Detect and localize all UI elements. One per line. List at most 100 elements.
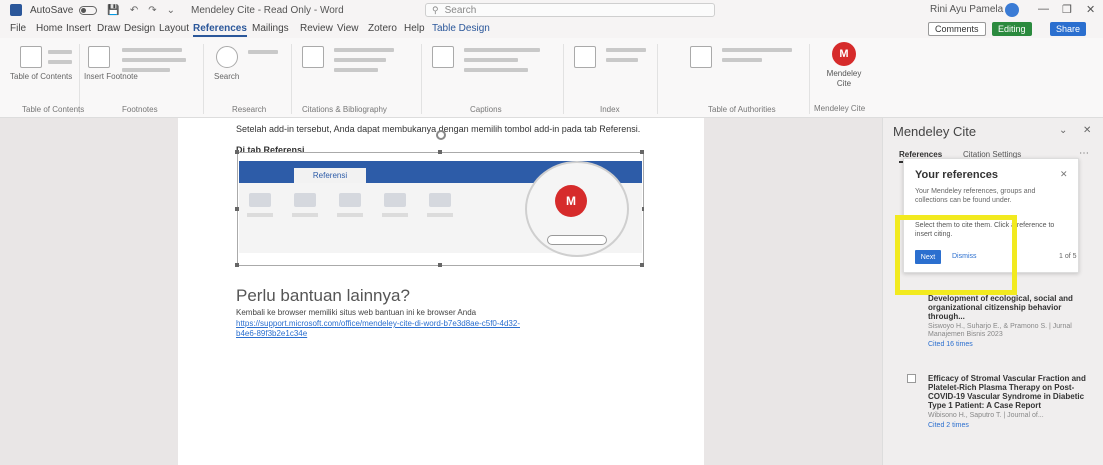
tab-draw[interactable]: Draw: [97, 23, 120, 34]
selected-image[interactable]: Referensi M: [235, 150, 644, 267]
group-label-captions: Captions: [470, 105, 502, 114]
title-bar: AutoSave 💾 ↶ ↷ ⌄ Mendeley Cite - Read On…: [0, 0, 1103, 20]
ribbon-group-authorities: Table of Authorities: [660, 44, 810, 114]
avatar[interactable]: [1005, 3, 1019, 17]
reference-title: Development of ecological, social and or…: [928, 294, 1073, 321]
ribbon-group-citations: Citations & Bibliography: [294, 44, 422, 114]
list-item[interactable]: Development of ecological, social and or…: [928, 294, 1088, 348]
help-link[interactable]: https://support.microsoft.com/office/men…: [236, 319, 536, 339]
search-button-label[interactable]: Search: [214, 72, 239, 81]
group-label-footnotes: Footnotes: [122, 105, 158, 114]
reference-checkbox[interactable]: [907, 374, 916, 383]
tab-home[interactable]: Home: [36, 23, 63, 34]
word-app-icon: [10, 4, 22, 16]
reference-meta: Siswoyo H., Suharjo E., & Pramono S. | J…: [928, 323, 1072, 338]
reference-title: Efficacy of Stromal Vascular Fraction an…: [928, 374, 1086, 410]
user-name[interactable]: Rini Ayu Pamela: [930, 4, 1003, 15]
reference-link[interactable]: Cited 2 times: [928, 422, 1088, 429]
insert-footnote-icon[interactable]: [88, 46, 110, 68]
redo-icon[interactable]: ↷: [148, 5, 156, 16]
tab-design[interactable]: Design: [124, 23, 155, 34]
group-label-citations: Citations & Bibliography: [302, 105, 387, 114]
image-ribbon-body: M: [239, 161, 642, 257]
group-label-mendeley: Mendeley Cite: [814, 104, 866, 113]
autosave-toggle[interactable]: [79, 5, 98, 15]
toc-button-label[interactable]: Table of Contents: [10, 72, 72, 81]
ribbon-group-captions: Captions: [424, 44, 564, 114]
minimize-icon[interactable]: —: [1038, 3, 1049, 15]
ribbon-group-index: Index: [566, 44, 658, 114]
group-label-authorities: Table of Authorities: [708, 105, 776, 114]
resize-handle[interactable]: [438, 150, 442, 154]
insert-footnote-label[interactable]: Insert Footnote: [84, 72, 138, 81]
mark-citation-icon[interactable]: [690, 46, 712, 68]
close-icon[interactable]: ✕: [1086, 3, 1095, 16]
popup-text: Your Mendeley references, groups and col…: [915, 188, 1036, 204]
mark-entry-icon[interactable]: [574, 46, 596, 68]
tab-view[interactable]: View: [337, 23, 359, 34]
tab-mailings[interactable]: Mailings: [252, 23, 289, 34]
table-of-contents-icon[interactable]: [20, 46, 42, 68]
reference-link[interactable]: Cited 16 times: [928, 341, 1088, 348]
image-button-label: [547, 235, 607, 245]
tab-table-design[interactable]: Table Design: [432, 23, 490, 34]
popup-title: Your references: [915, 169, 998, 181]
ribbon-group-toc: Table of Contents Table of Contents: [8, 44, 84, 114]
share-button[interactable]: Share: [1050, 22, 1087, 36]
chevron-down-icon[interactable]: ⌄: [1059, 125, 1067, 136]
mendeley-icon: M: [555, 185, 587, 217]
insert-citation-icon[interactable]: [302, 46, 324, 68]
mendeley-cite-button[interactable]: M Mendeley Cite: [820, 42, 868, 89]
insert-caption-icon[interactable]: [432, 46, 454, 68]
maximize-icon[interactable]: ❐: [1062, 3, 1072, 16]
tab-layout[interactable]: Layout: [159, 23, 189, 34]
image-references-tab: Referensi: [294, 168, 366, 184]
search-icon[interactable]: [216, 46, 238, 68]
image-zoom-circle: M: [525, 161, 629, 257]
mendeley-label-line2: Cite: [836, 79, 852, 88]
undo-icon[interactable]: ↶: [130, 5, 138, 16]
group-label-index: Index: [600, 105, 620, 114]
resize-handle[interactable]: [235, 150, 239, 154]
share-label: Share: [1056, 24, 1081, 34]
resize-handle[interactable]: [640, 150, 644, 154]
save-icon[interactable]: 💾: [107, 5, 119, 16]
list-item[interactable]: Efficacy of Stromal Vascular Fraction an…: [928, 374, 1088, 429]
popup-page-indicator: 1 of 5: [1059, 253, 1077, 260]
mendeley-cite-pane: Mendeley Cite ⌄ ✕ References Citation Se…: [882, 118, 1103, 465]
ribbon: Table of Contents Table of Contents Inse…: [0, 38, 1103, 118]
search-input[interactable]: ⚲ Search: [425, 3, 715, 17]
editing-button[interactable]: Editing: [992, 22, 1032, 36]
editing-label: Editing: [998, 24, 1026, 34]
group-label-toc: Table of Contents: [22, 105, 85, 114]
group-label-research: Research: [232, 105, 267, 114]
document-title: Mendeley Cite - Read Only - Word: [191, 4, 344, 16]
tab-review[interactable]: Review: [300, 23, 333, 34]
pane-title: Mendeley Cite: [893, 124, 977, 139]
help-heading: Perlu bantuan lainnya?: [236, 286, 410, 305]
highlight-annotation: [895, 215, 1017, 295]
tab-help[interactable]: Help: [404, 23, 425, 34]
close-pane-icon[interactable]: ✕: [1083, 125, 1091, 136]
resize-handle[interactable]: [235, 263, 239, 267]
resize-handle[interactable]: [438, 263, 442, 267]
mendeley-label-line1: Mendeley: [826, 69, 862, 78]
document-page[interactable]: Setelah add-in tersebut, Anda dapat memb…: [178, 118, 704, 465]
tab-zotero[interactable]: Zotero: [368, 23, 397, 34]
more-options-icon[interactable]: ⋯: [1079, 148, 1089, 159]
tab-file[interactable]: File: [10, 23, 26, 34]
ribbon-group-research: Search Research: [206, 44, 292, 114]
help-text: Kembali ke browser memiliki situs web ba…: [236, 308, 477, 317]
close-icon[interactable]: ✕: [1060, 169, 1068, 180]
tab-insert[interactable]: Insert: [66, 23, 91, 34]
autosave-label: AutoSave: [30, 4, 74, 16]
ribbon-group-footnotes: Insert Footnote Footnotes: [82, 44, 204, 114]
tab-references[interactable]: References: [193, 23, 247, 37]
mendeley-logo-text: M: [839, 48, 849, 60]
customize-quick-access-icon[interactable]: ⌄: [167, 5, 175, 16]
mendeley-icon: M: [832, 42, 856, 66]
comments-label: Comments: [935, 24, 979, 34]
comments-button[interactable]: Comments: [928, 22, 986, 36]
resize-handle[interactable]: [640, 263, 644, 267]
rotate-handle-icon[interactable]: [436, 130, 446, 140]
